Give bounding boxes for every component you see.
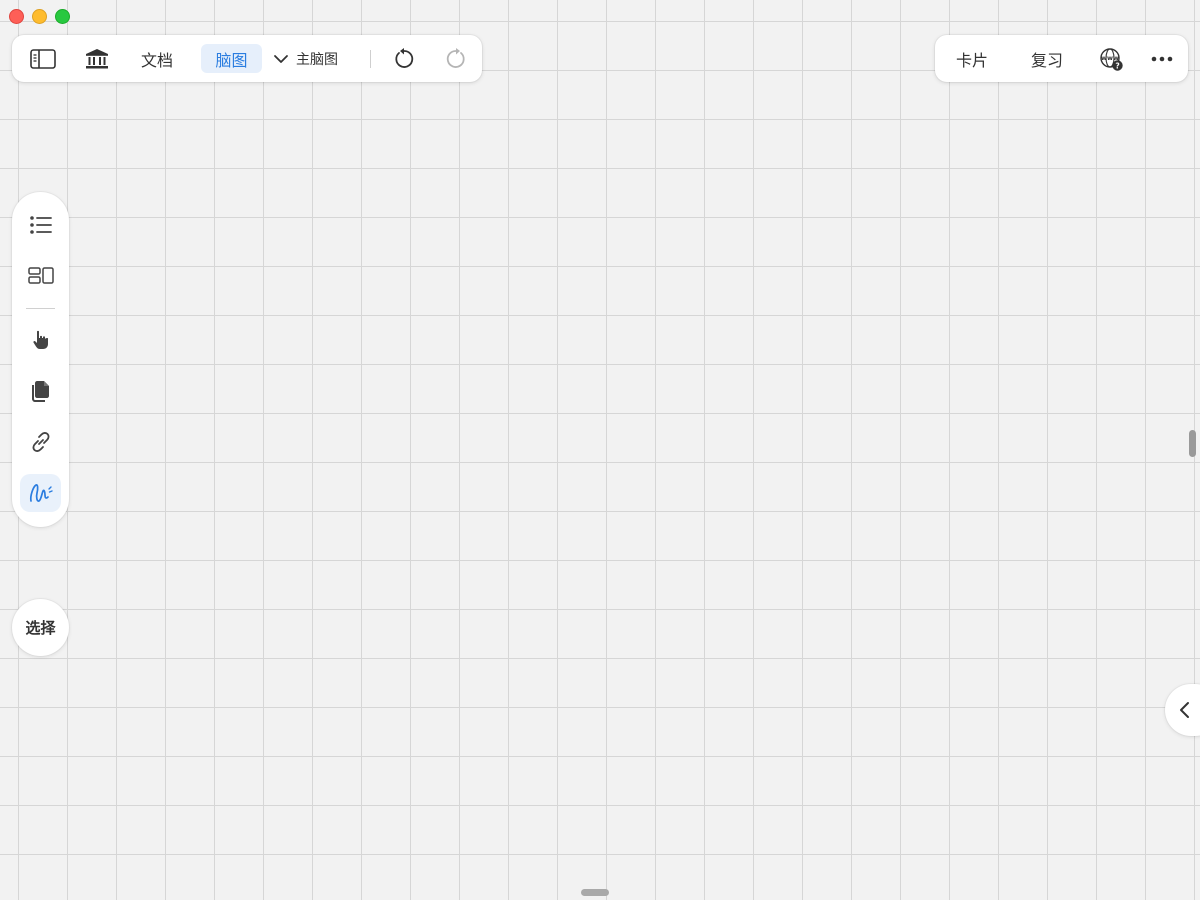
tab-document[interactable]: 文档 <box>134 45 180 73</box>
review-button[interactable]: 复习 <box>1024 45 1070 73</box>
more-button[interactable] <box>1147 45 1177 73</box>
mindmap-selector-dropdown[interactable]: 主脑图 <box>270 45 342 73</box>
tab-mindmap[interactable]: 脑图 <box>201 44 262 73</box>
layout-button[interactable] <box>20 257 61 295</box>
toolbar-divider <box>370 50 371 68</box>
link-button[interactable] <box>20 423 61 461</box>
app-window: 文档 脑图 主脑图 卡片 复习 www ? 选择 <box>0 0 1200 900</box>
horizontal-scroll-thumb[interactable] <box>581 889 609 896</box>
hand-pointer-icon <box>32 330 48 349</box>
select-mode-button[interactable]: 选择 <box>12 599 69 656</box>
right-panel-toggle[interactable] <box>1165 684 1200 736</box>
layout-icon <box>27 267 54 284</box>
close-window-button[interactable] <box>9 9 24 24</box>
zoom-window-button[interactable] <box>55 9 70 24</box>
minimize-window-button[interactable] <box>32 9 47 24</box>
copy-button[interactable] <box>20 372 61 410</box>
secondary-toolbar: 卡片 复习 www ? <box>935 35 1188 82</box>
undo-button[interactable] <box>390 45 418 73</box>
window-controls <box>9 9 70 24</box>
chevron-left-icon <box>1180 702 1189 718</box>
link-icon <box>32 432 49 452</box>
library-icon <box>86 49 108 69</box>
outline-button[interactable] <box>20 206 61 244</box>
mindmap-selector-label: 主脑图 <box>296 52 338 68</box>
side-tool-panel <box>12 192 69 527</box>
svg-text:?: ? <box>1115 61 1119 70</box>
redo-button[interactable] <box>442 45 470 73</box>
redo-icon <box>446 48 465 68</box>
hand-tool-button[interactable] <box>20 321 61 359</box>
web-help-button[interactable]: www ? <box>1096 44 1126 74</box>
undo-icon <box>395 48 414 68</box>
list-icon <box>29 216 52 234</box>
side-panel-divider <box>26 308 55 309</box>
cards-button[interactable]: 卡片 <box>949 45 995 73</box>
chevron-down-icon <box>274 55 288 63</box>
freehand-draw-button[interactable] <box>20 474 61 512</box>
main-toolbar: 文档 脑图 主脑图 <box>12 35 482 82</box>
library-button[interactable] <box>82 45 112 73</box>
more-icon <box>1151 56 1173 62</box>
copy-icon <box>31 381 49 402</box>
sidebar-icon <box>30 49 56 69</box>
sidebar-toggle-button[interactable] <box>26 45 60 73</box>
freehand-draw-icon <box>29 484 53 502</box>
vertical-scroll-thumb[interactable] <box>1189 430 1196 457</box>
web-help-icon: www ? <box>1100 48 1123 71</box>
